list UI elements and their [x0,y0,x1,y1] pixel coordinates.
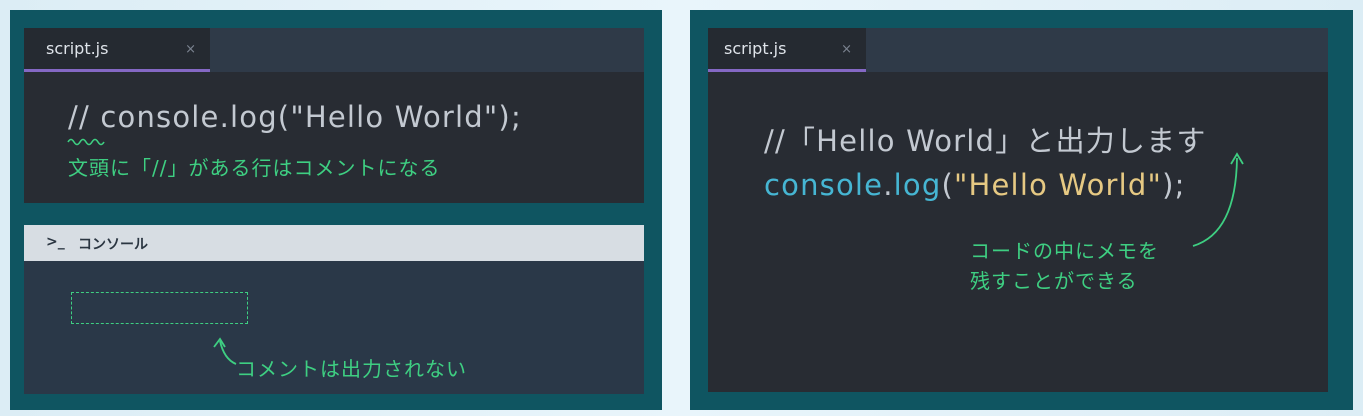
right-panel: script.js × //「Hello World」と出力します consol… [690,10,1353,410]
close-icon[interactable]: × [185,42,196,57]
left-code-editor: script.js × // console.log("Hello World"… [24,28,644,203]
right-code-editor: script.js × //「Hello World」と出力します consol… [708,28,1328,392]
console-note: コメントは出力されない [236,357,467,381]
left-panel: script.js × // console.log("Hello World"… [10,10,662,410]
tab-label: script.js [46,39,109,58]
commented-code-line: // console.log("Hello World"); [68,100,522,134]
arrow-up-icon [1192,152,1244,247]
left-tab-bar: script.js × [24,28,644,72]
memo-note-line2: 残すことができる [970,269,1138,293]
left-tab-script-js[interactable]: script.js × [24,28,210,72]
console-title: コンソール [78,237,148,253]
wavy-underline-mark [67,138,105,146]
comment-explanation-note: 文頭に「//」がある行はコメントになる [68,156,441,180]
console-header: >_ コンソール [24,225,644,261]
memo-note-line1: コードの中にメモを [970,239,1159,263]
terminal-prompt-icon: >_ [46,234,65,250]
console-output-area: コメントは出力されない [24,261,644,394]
